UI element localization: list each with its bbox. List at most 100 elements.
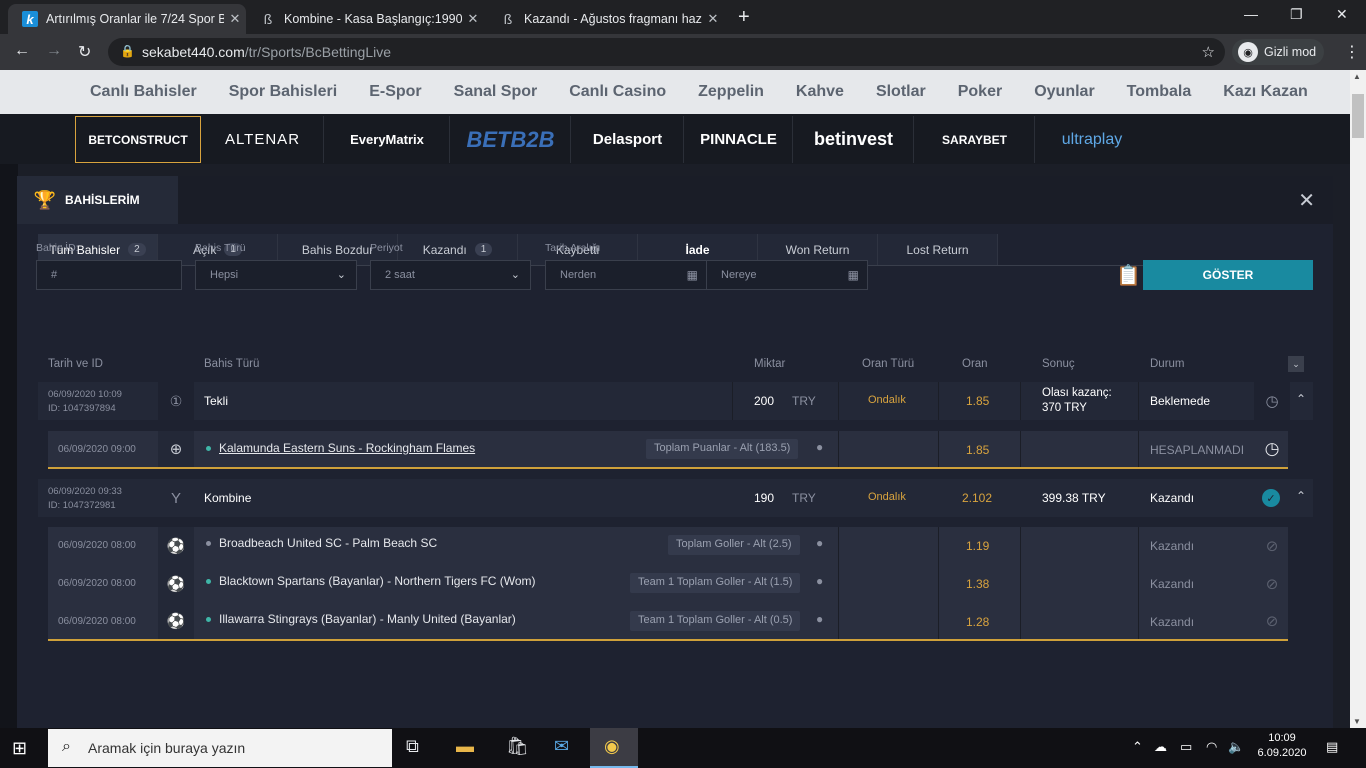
- nav-item[interactable]: Tombala: [1127, 83, 1192, 101]
- new-tab-plus-icon[interactable]: +: [738, 6, 750, 29]
- nav-item[interactable]: Kazı Kazan: [1223, 83, 1307, 101]
- col-odds: Oran: [962, 358, 988, 370]
- chrome-taskbar-button[interactable]: ◉: [590, 728, 638, 768]
- selection-market: Team 1 Toplam Goller - Alt (0.5): [630, 611, 801, 631]
- bet-type: Tekli: [204, 394, 229, 408]
- browser-menu-icon[interactable]: ⋮: [1344, 42, 1360, 62]
- show-button[interactable]: GÖSTER: [1143, 260, 1313, 290]
- stats-icon[interactable]: ●: [816, 574, 823, 588]
- site-favicon-icon: ß: [263, 11, 273, 27]
- calendar-icon[interactable]: ▦: [848, 268, 859, 282]
- provider-altenar[interactable]: ALTENAR: [202, 116, 324, 163]
- selection-event-link[interactable]: Illawarra Stingrays (Bayanlar) - Manly U…: [206, 612, 516, 626]
- back-arrow-icon[interactable]: ←: [14, 42, 30, 60]
- bet-row[interactable]: 06/09/2020 09:33 ID: 1047372981 Y Kombin…: [38, 479, 1313, 517]
- page-scrollbar[interactable]: ▲ ▼: [1350, 70, 1366, 728]
- nav-item[interactable]: Kahve: [796, 83, 844, 101]
- tab-lost-return[interactable]: Lost Return: [878, 234, 998, 265]
- bet-row[interactable]: 06/09/2020 10:09 ID: 1047397894 ① Tekli …: [38, 382, 1313, 420]
- notification-icon[interactable]: ▤: [1326, 739, 1338, 755]
- window-close-icon[interactable]: ✕: [1336, 6, 1348, 23]
- browser-tab-3[interactable]: ß Kazandı - Ağustos fragmanı hazır ✕: [486, 4, 724, 34]
- taskbar-search[interactable]: ⌕ Aramak için buraya yazın: [48, 729, 392, 767]
- provider-everymatrix[interactable]: EveryMatrix: [325, 116, 450, 163]
- nav-item[interactable]: Slotlar: [876, 83, 926, 101]
- tab-close-icon[interactable]: ✕: [702, 11, 724, 27]
- modal-title-tab[interactable]: 🏆 BAHİSLERİM: [17, 176, 178, 224]
- chevron-up-icon[interactable]: ⌃: [1296, 489, 1306, 503]
- nav-item[interactable]: Poker: [958, 83, 1002, 101]
- onedrive-cloud-icon[interactable]: ☁: [1154, 739, 1167, 755]
- battery-icon[interactable]: ▭: [1180, 739, 1192, 755]
- provider-betconstruct[interactable]: BETCONSTRUCT: [75, 116, 201, 163]
- reload-icon[interactable]: ↻: [78, 42, 91, 62]
- selection-date: 06/09/2020 08:00: [58, 616, 136, 627]
- selection-event-link[interactable]: Blacktown Spartans (Bayanlar) - Northern…: [206, 574, 536, 588]
- tray-chevron-up-icon[interactable]: ⌃: [1132, 739, 1143, 755]
- address-bar[interactable]: 🔒 sekabet440.com/tr/Sports/BcBettingLive…: [108, 38, 1225, 66]
- minimize-icon[interactable]: —: [1244, 6, 1258, 22]
- chevron-down-icon: ⌄: [336, 269, 346, 281]
- clipboard-icon[interactable]: 📋: [1116, 263, 1141, 288]
- nav-item[interactable]: Sanal Spor: [454, 83, 538, 101]
- scroll-down-icon[interactable]: ▼: [1353, 717, 1361, 726]
- maximize-icon[interactable]: ❐: [1290, 6, 1303, 23]
- stats-icon[interactable]: ●: [816, 612, 823, 626]
- tab-title: Kazandı - Ağustos fragmanı hazır: [524, 12, 702, 26]
- provider-delasport[interactable]: Delasport: [572, 116, 684, 163]
- scroll-thumb[interactable]: [1352, 94, 1364, 138]
- provider-pinnacle[interactable]: PINNACLE: [685, 116, 793, 163]
- collapse-all-icon[interactable]: ⌄: [1288, 356, 1304, 372]
- bet-id-input[interactable]: #: [36, 260, 182, 290]
- bet-status: Beklemede: [1150, 394, 1211, 408]
- close-icon[interactable]: ✕: [1298, 188, 1315, 213]
- file-explorer-icon[interactable]: ▬: [456, 736, 474, 757]
- calendar-icon[interactable]: ▦: [687, 268, 698, 282]
- store-icon[interactable]: 🛍: [506, 736, 529, 757]
- period-select[interactable]: 2 saat ⌄: [370, 260, 531, 290]
- provider-betinvest[interactable]: betinvest: [794, 116, 914, 163]
- forward-arrow-icon[interactable]: →: [46, 42, 62, 60]
- bet-type-select[interactable]: Hepsi ⌄: [195, 260, 357, 290]
- selection-event: Illawarra Stingrays (Bayanlar) - Manly U…: [219, 612, 516, 626]
- modal-title: BAHİSLERİM: [65, 193, 140, 207]
- mail-icon[interactable]: ✉: [554, 736, 569, 757]
- volume-icon[interactable]: 🔈: [1228, 739, 1244, 755]
- date-from-input[interactable]: Nerden ▦: [545, 260, 707, 290]
- taskbar-clock[interactable]: 10:09 6.09.2020: [1252, 732, 1312, 759]
- scroll-up-icon[interactable]: ▲: [1353, 72, 1361, 81]
- bet-currency: TRY: [792, 491, 816, 505]
- selection-odds: 1.19: [966, 539, 990, 553]
- date-to-input[interactable]: Nereye ▦: [706, 260, 868, 290]
- browser-tab-1[interactable]: k Artırılmış Oranlar ile 7/24 Spor Ba ✕: [8, 4, 246, 34]
- wifi-icon[interactable]: ◠: [1206, 739, 1217, 755]
- selection-event-link[interactable]: Kalamunda Eastern Suns - Rockingham Flam…: [206, 441, 475, 455]
- football-icon: ⚽: [158, 565, 194, 603]
- provider-betb2b[interactable]: BETB2B: [451, 116, 571, 163]
- provider-ultraplay[interactable]: ultraplay: [1036, 116, 1148, 163]
- nav-item[interactable]: Canlı Casino: [569, 83, 666, 101]
- stats-icon[interactable]: ●: [816, 536, 823, 550]
- provider-saraybet[interactable]: SARAYBET: [915, 116, 1035, 163]
- bookmark-star-icon[interactable]: ☆: [1202, 43, 1215, 61]
- selection-status: Kazandı: [1150, 615, 1195, 629]
- browser-tab-2[interactable]: ß Kombine - Kasa Başlangıç:1990 H ✕: [246, 4, 484, 34]
- tab-count-badge: 2: [128, 243, 146, 256]
- period-label: Periyot: [370, 242, 403, 254]
- bet-currency: TRY: [792, 394, 816, 408]
- selection-event-link[interactable]: Broadbeach United SC - Palm Beach SC: [206, 536, 437, 550]
- nav-item[interactable]: E-Spor: [369, 83, 421, 101]
- stats-icon[interactable]: ●: [816, 440, 823, 454]
- divider: [938, 565, 939, 603]
- nav-item[interactable]: Zeppelin: [698, 83, 764, 101]
- tab-close-icon[interactable]: ✕: [462, 11, 484, 27]
- tab-close-icon[interactable]: ✕: [224, 11, 246, 27]
- nav-item[interactable]: Canlı Bahisler: [90, 83, 197, 101]
- nav-item[interactable]: Spor Bahisleri: [229, 83, 337, 101]
- nav-item[interactable]: Oyunlar: [1034, 83, 1094, 101]
- task-view-icon[interactable]: ⧉: [406, 736, 419, 757]
- incognito-badge[interactable]: ◉ Gizli mod: [1232, 39, 1324, 65]
- windows-start-icon[interactable]: ⊞: [12, 738, 27, 759]
- tab-label: Kazandı: [422, 242, 467, 257]
- chevron-up-icon[interactable]: ⌃: [1296, 392, 1306, 406]
